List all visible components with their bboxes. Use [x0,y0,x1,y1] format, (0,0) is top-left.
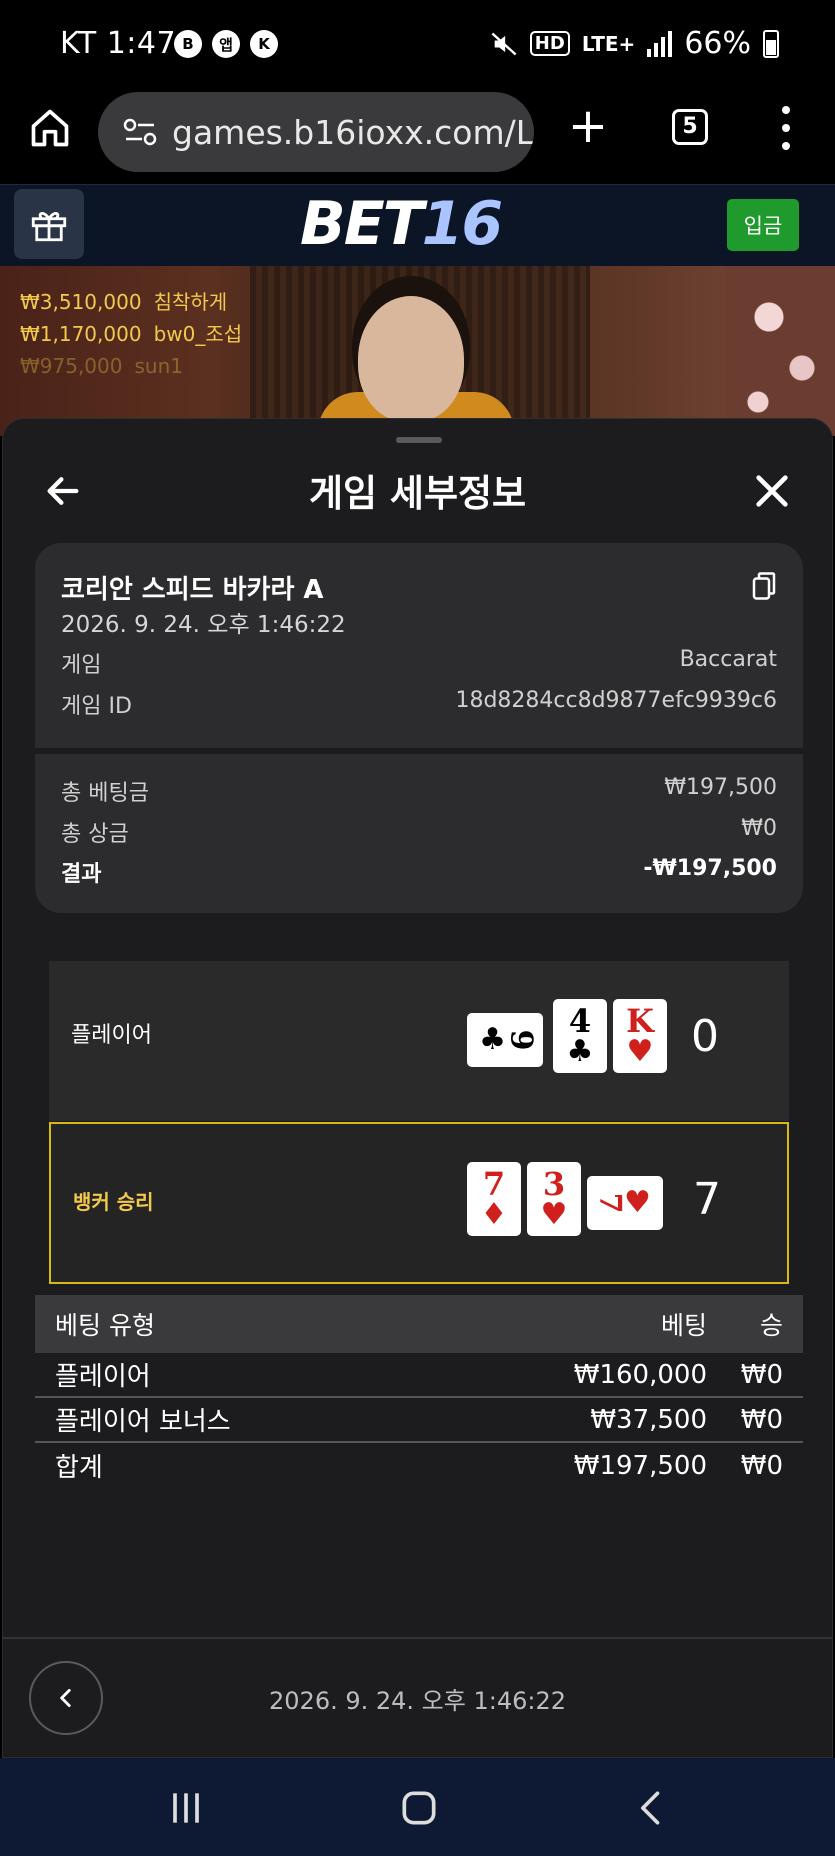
status-time: KT 1:47 [60,26,177,61]
player-score: 0 [691,1011,719,1062]
bet-table-header: 베팅 유형 베팅 승 [35,1295,803,1353]
new-tab-icon[interactable]: + [566,102,610,150]
system-navigation-bar [0,1758,835,1856]
summary-total-prize: 총 상금 ₩0 [61,816,777,847]
playing-card: ♣ 9 [467,1013,543,1067]
tab-switcher-button[interactable]: 5 [672,109,708,145]
live-video-stream[interactable]: ₩3,510,000 침착하게 ₩1,170,000 bw0_조섭 ₩975,000… [0,266,835,436]
bet-table: 베팅 유형 베팅 승 플레이어 ₩160,000 ₩0 플레이어 보너스 ₩37… [35,1295,803,1488]
column-header-bet: 베팅 [660,1311,707,1340]
winner-row: ₩975,000 sun1 [20,354,183,378]
banker-hand: 뱅커 승리 7 ♦ 3 ♥ 7 ♥ 7 [49,1122,789,1284]
player-hand-label: 플레이어 [71,1023,152,1048]
copy-icon[interactable] [751,571,777,601]
banker-score: 7 [693,1174,721,1225]
site-header: BET16 입금 [0,184,835,266]
network-type: LTE+ [581,31,636,56]
back-nav-icon[interactable] [630,1786,674,1830]
browser-toolbar: games.b16ioxx.com/La + 5 [0,92,835,184]
sheet-drag-handle[interactable] [396,437,442,443]
battery-percent: 66% [684,26,751,61]
mute-icon [491,32,517,55]
round-datetime: 2026. 9. 24. 오후 1:46:22 [269,1687,566,1715]
divider [35,748,803,754]
playing-card: 7 ♥ [587,1176,663,1230]
dealer-figure [358,296,464,422]
more-menu-icon[interactable] [780,106,792,150]
game-details-sheet: 게임 세부정보 코리안 스피드 바카라 A 2026. 9. 24. 오후 1:… [2,418,833,1758]
app-notification-icon: K [250,30,278,58]
table-row: 플레이어 ₩160,000 ₩0 [35,1353,803,1398]
url-text: games.b16ioxx.com/La [172,112,534,152]
player-hand: 플레이어 ♣ 9 4 ♣ K ♥ 0 [49,961,789,1121]
column-header-type: 베팅 유형 [55,1311,155,1340]
gift-button[interactable] [14,189,84,259]
site-settings-icon[interactable] [122,117,158,147]
winners-list: ₩3,510,000 침착하게 ₩1,170,000 bw0_조섭 ₩975,000… [20,286,242,382]
status-bar: KT 1:47 B 앱 K HD LTE+ 66% [0,0,835,92]
playing-card: 3 ♥ [527,1162,581,1236]
info-row-game-id: 게임 ID 18d8284cc8d9877efc9939c6 [61,688,777,719]
hd-voice-icon: HD [529,31,570,56]
game-datetime: 2026. 9. 24. 오후 1:46:22 [61,612,346,638]
game-info-section: 코리안 스피드 바카라 A 2026. 9. 24. 오후 1:46:22 게임… [35,543,803,748]
app-notification-icon: 앱 [212,30,240,58]
recent-apps-icon[interactable] [164,1786,208,1830]
table-row: 플레이어 보너스 ₩37,500 ₩0 [35,1398,803,1443]
address-bar[interactable]: games.b16ioxx.com/La [98,92,534,172]
summary-result: 결과 -₩197,500 [61,856,777,887]
game-name: 코리안 스피드 바카라 A [61,575,324,605]
signal-icon [647,30,673,57]
sheet-title: 게임 세부정보 [308,472,527,515]
column-header-win: 승 [759,1311,783,1340]
info-row-game: 게임 Baccarat [61,647,777,678]
status-indicators: HD LTE+ 66% [490,26,779,61]
playing-card: 7 ♦ [467,1162,521,1236]
deposit-button[interactable]: 입금 [727,199,799,251]
close-icon[interactable] [752,471,792,511]
gift-icon [31,212,67,242]
home-icon[interactable] [28,106,72,150]
battery-icon [763,29,779,58]
game-summary-card: 코리안 스피드 바카라 A 2026. 9. 24. 오후 1:46:22 게임… [35,543,803,913]
table-row-total: 합계 ₩197,500 ₩0 [55,1450,783,1484]
summary-total-bet: 총 베팅금 ₩197,500 [61,775,777,806]
playing-card: 4 ♣ [553,999,607,1073]
winner-row: ₩1,170,000 bw0_조섭 [20,322,243,346]
home-nav-icon[interactable] [397,1786,441,1830]
playing-card: K ♥ [613,999,667,1073]
app-notification-icon: B [174,30,202,58]
divider [3,1637,832,1639]
winner-row: ₩3,510,000 침착하게 [20,290,228,314]
status-app-icons: B 앱 K [174,30,278,58]
video-decoration [725,266,835,436]
site-logo[interactable]: BET16 [300,189,503,259]
banker-win-label: 뱅커 승리 [73,1190,154,1214]
